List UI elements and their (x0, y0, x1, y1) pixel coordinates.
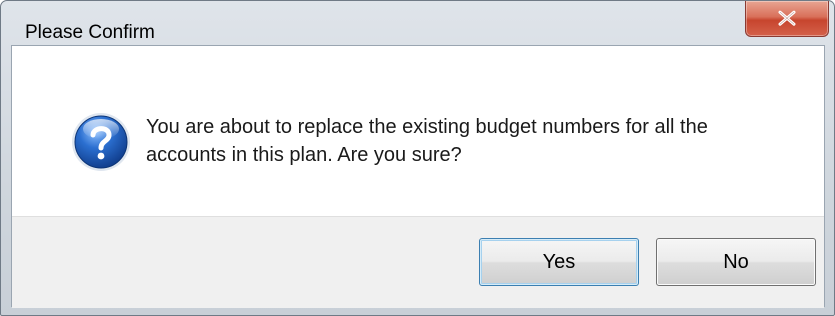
message-line-1: You are about to replace the existing bu… (146, 116, 708, 138)
dialog-title: Please Confirm (25, 22, 155, 43)
dialog-body: You are about to replace the existing bu… (11, 45, 825, 308)
no-button[interactable]: No (656, 238, 816, 286)
question-icon (72, 113, 130, 171)
close-icon (778, 10, 796, 26)
button-bar: Yes No (12, 216, 824, 308)
title-bar[interactable]: Please Confirm (1, 1, 834, 45)
message-line-2: accounts in this plan. Are you sure? (146, 144, 462, 166)
yes-button[interactable]: Yes (479, 238, 639, 286)
confirm-dialog: Please Confirm You are about to replace … (0, 0, 835, 316)
message-text: You are about to replace the existing bu… (146, 113, 786, 169)
close-button[interactable] (745, 1, 829, 37)
message-area: You are about to replace the existing bu… (12, 46, 824, 216)
